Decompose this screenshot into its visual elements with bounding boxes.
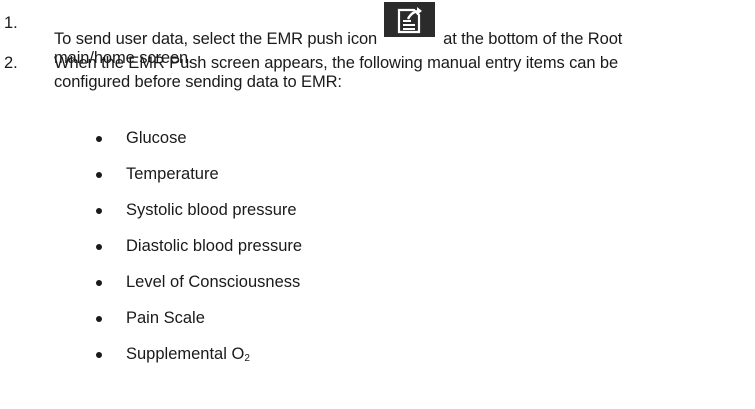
list-item-label: Systolic blood pressure xyxy=(126,201,297,219)
bullet-icon xyxy=(96,280,102,286)
bullet-icon xyxy=(96,208,102,214)
bullet-icon xyxy=(96,352,102,358)
document-page: 1. To send user data, select the EMR pus… xyxy=(0,0,755,409)
step-text: When the EMR Push screen appears, the fo… xyxy=(54,54,754,92)
step-line: configured before sending data to EMR: xyxy=(54,73,342,91)
list-item-label: Diastolic blood pressure xyxy=(126,237,303,255)
list-item-label: Level of Consciousness xyxy=(126,273,301,291)
list-item-label: Glucose xyxy=(126,129,187,147)
list-item-text: Supplemental O xyxy=(126,345,245,363)
subscript: 2 xyxy=(244,353,250,364)
emr-push-icon xyxy=(384,2,436,37)
step-text-before-icon: To send user data, select the EMR push i… xyxy=(54,30,378,48)
step-text-after-icon: at the bottom of the Root xyxy=(443,30,623,48)
bullet-icon xyxy=(96,244,102,250)
step-line: When the EMR Push screen appears, the fo… xyxy=(54,54,619,72)
list-item-label: Pain Scale xyxy=(126,309,205,327)
list-item-label: Supplemental O2 xyxy=(126,345,250,368)
step-line: To send user data, select the EMR push i… xyxy=(54,2,754,49)
list-item-label: Temperature xyxy=(126,165,219,183)
bullet-icon xyxy=(96,136,102,142)
bullet-icon xyxy=(96,172,102,178)
bullet-icon xyxy=(96,316,102,322)
step-number: 1. xyxy=(4,14,18,32)
step-number: 2. xyxy=(4,54,18,72)
